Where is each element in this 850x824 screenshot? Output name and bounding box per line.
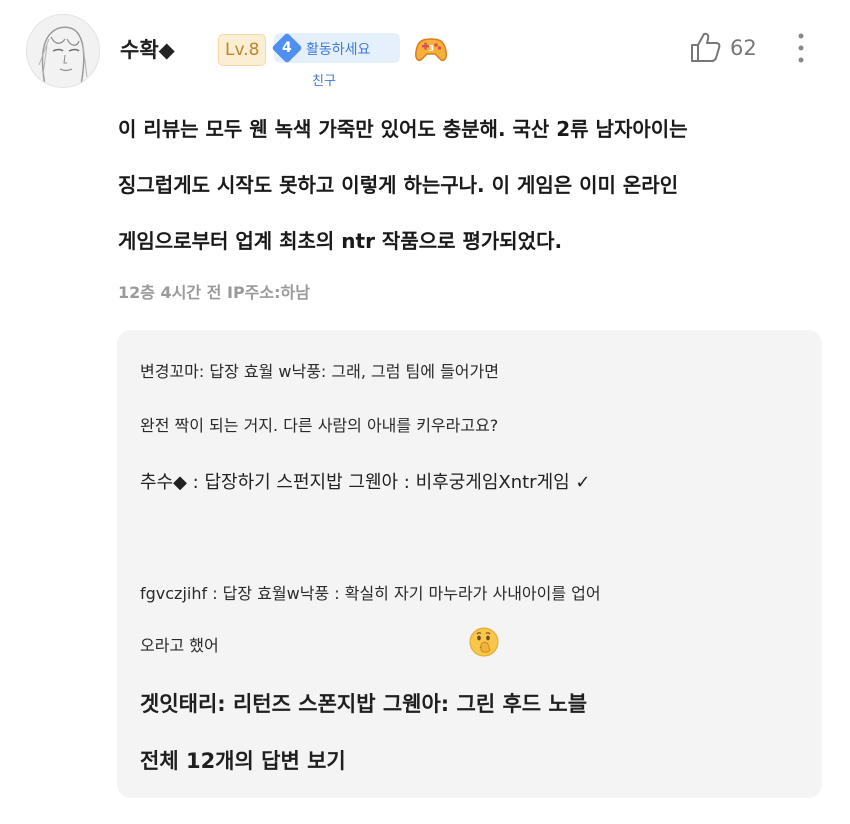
comment-body-line: 게임으로부터 업계 최초의 ntr 작품으로 평가되었다. xyxy=(118,229,563,253)
avatar[interactable] xyxy=(26,14,100,88)
more-options-icon[interactable] xyxy=(795,30,807,66)
thumbs-up-icon xyxy=(691,32,721,62)
reply-text[interactable]: 추수◆ : 답장하기 스펀지밥 그웬아 : 비후궁게임Xntr게임 ✓ xyxy=(140,468,591,494)
activity-badge[interactable]: 4 활동하세요 xyxy=(271,32,400,64)
reply-text[interactable]: 변경꼬마: 답장 효월 w낙풍: 그래, 그럼 팀에 들어가면 xyxy=(140,358,499,382)
svg-text:3: 3 xyxy=(429,44,435,53)
reply-text[interactable]: fgvczjihf : 답장 효월w낙풍 : 확실히 자기 마누라가 사내아이를… xyxy=(140,580,601,604)
username[interactable]: 수확◆ xyxy=(120,34,175,64)
activity-label: 활동하세요 xyxy=(306,42,371,58)
comment-body-line: 징그럽게도 시작도 못하고 이렇게 하는구나. 이 게임은 이미 온라인 xyxy=(118,173,679,197)
comment-body-line: 이 리뷰는 모두 웬 녹색 가죽만 있어도 충분해. 국산 2류 남자아이는 xyxy=(118,117,688,141)
thinking-face-icon xyxy=(468,626,500,658)
friend-label: 친구 xyxy=(312,74,336,89)
avatar-sketch-icon xyxy=(38,26,88,86)
comment-body: 이 리뷰는 모두 웬 녹색 가죽만 있어도 충분해. 국산 2류 남자아이는 징… xyxy=(118,107,818,275)
replies-container xyxy=(117,330,822,798)
reply-text[interactable]: 오라고 했어 xyxy=(140,632,219,656)
like-button[interactable]: 62 xyxy=(688,30,757,66)
comment-meta: 12층 4시간 전 IP주소:하남 xyxy=(118,283,310,302)
game-controller-icon: 3 xyxy=(414,34,448,64)
reply-text[interactable]: 완전 짝이 되는 거지. 다른 사람의 아내를 키우라고요? xyxy=(140,412,498,436)
activity-level-icon: 4 xyxy=(271,32,303,64)
level-badge: Lv.8 xyxy=(218,34,267,66)
like-count: 62 xyxy=(730,36,757,60)
reply-text[interactable]: 겟잇태리: 리턴즈 스폰지밥 그웬아: 그린 후드 노블 xyxy=(140,688,587,718)
view-all-replies-link[interactable]: 전체 12개의 답변 보기 xyxy=(140,745,346,775)
